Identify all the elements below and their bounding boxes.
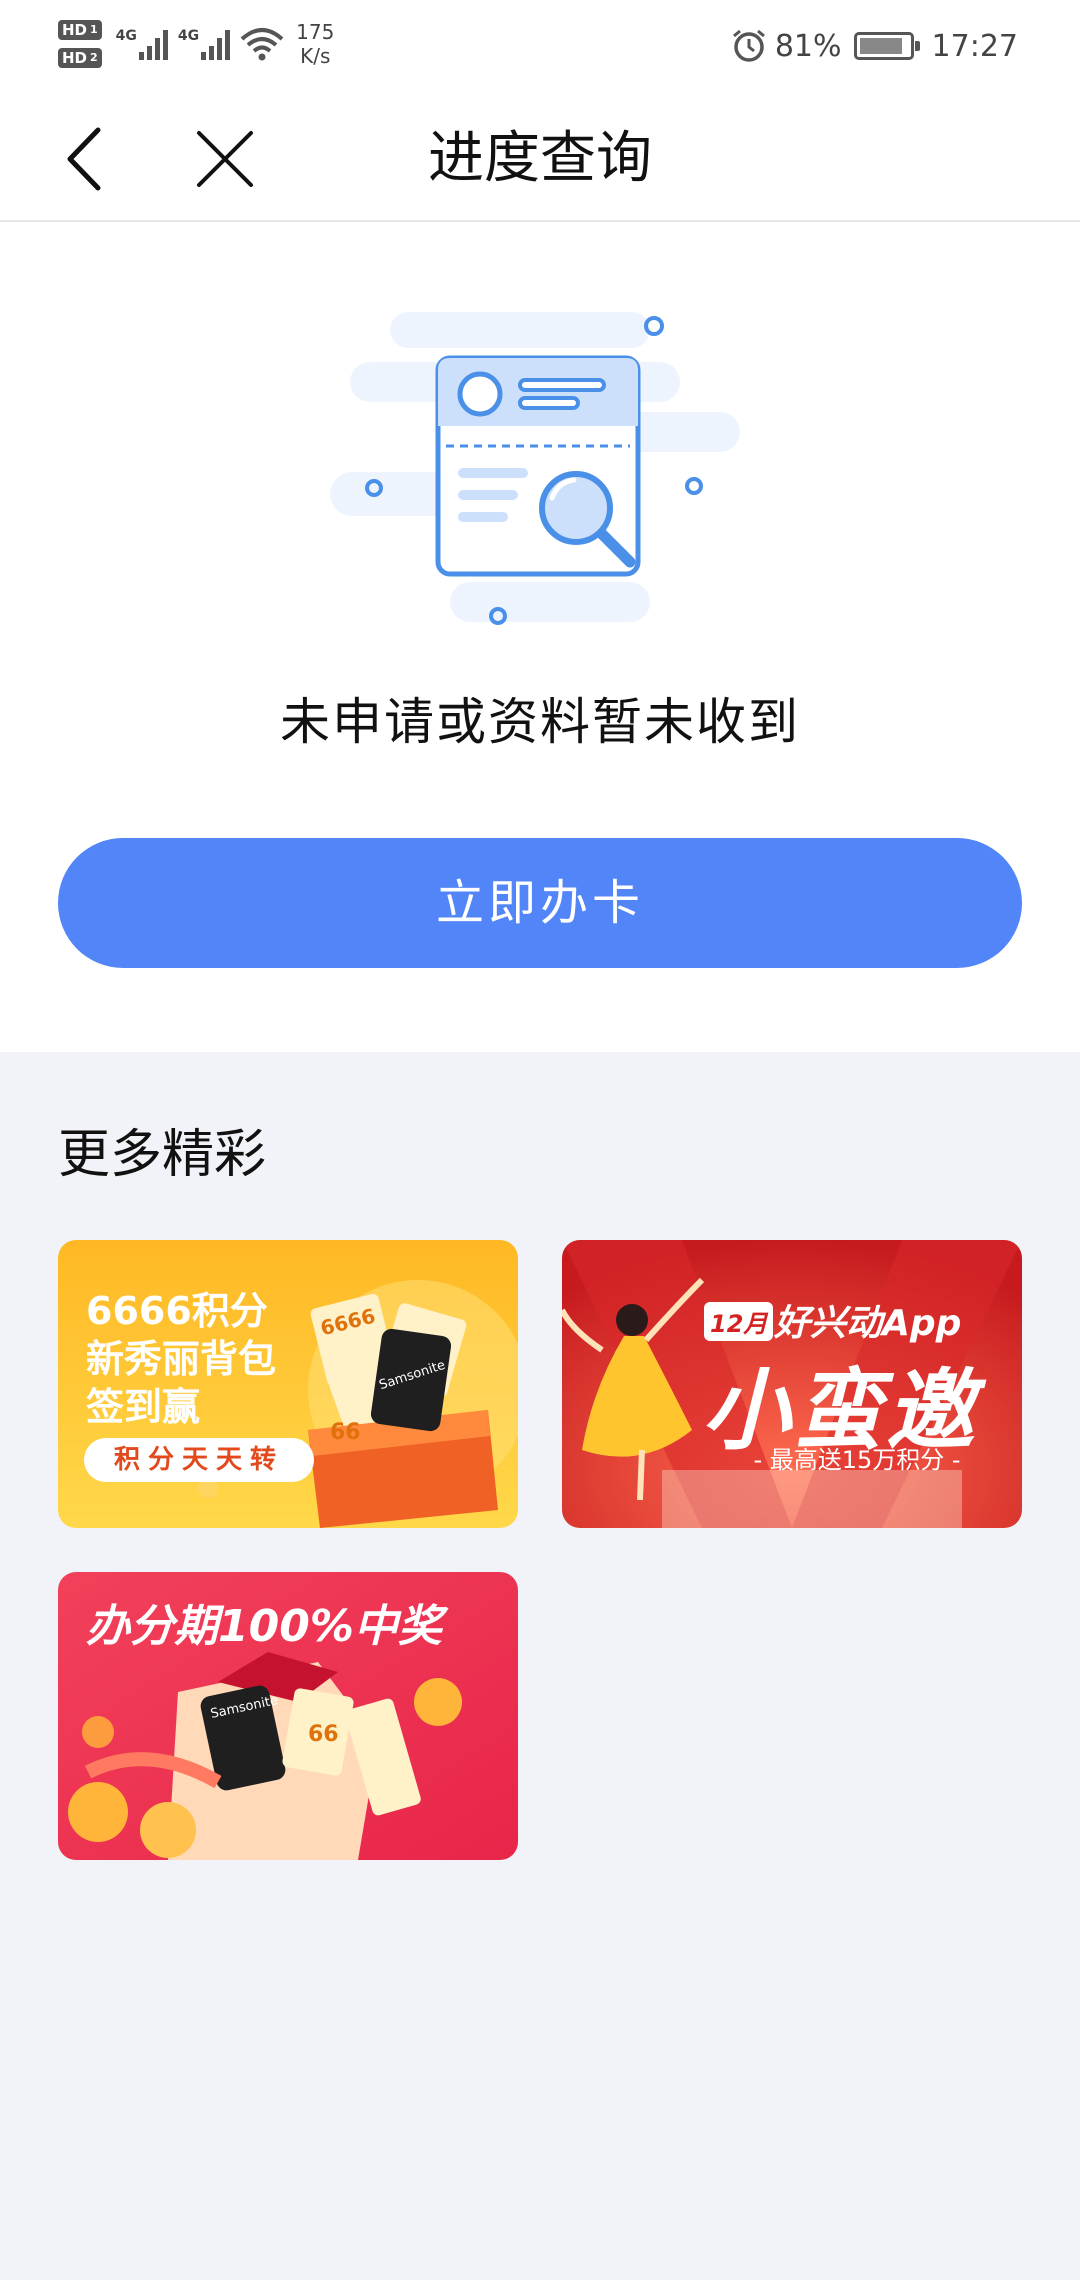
apply-card-button[interactable]: 立即办卡 (58, 838, 1022, 968)
banner-1-line1: 6666积分 (86, 1289, 268, 1333)
banner-signin-points[interactable]: 6666积分 新秀丽背包 签到赢 积分天天转 Samsonite 6666 66 (58, 1240, 518, 1528)
wifi-icon (240, 28, 284, 61)
signal-icon-2: 4G (178, 28, 231, 60)
chevron-left-icon (67, 127, 101, 191)
signal-icon-1: 4G (116, 28, 168, 60)
battery-icon (853, 32, 920, 60)
banner-3-headline: 办分期100%中奖 (86, 1601, 442, 1652)
battery-percent: 81% (774, 28, 842, 64)
banner-1-line3: 签到赢 (86, 1385, 201, 1429)
status-bar: HD 1 HD 2 4G 4G 175 K/s 81% 17:27 (0, 0, 1080, 96)
hd-badge-1: HD 1 (58, 20, 102, 40)
progress-result-card: 未申请或资料暂未收到 立即办卡 (0, 222, 1080, 1052)
banner-2-badge: 12月 (704, 1302, 774, 1341)
banner-2-sub: - 最高送15万积分 - (753, 1446, 961, 1474)
close-icon (197, 131, 253, 187)
hd-badge-2: HD 2 (58, 48, 102, 68)
hd-indicators: HD 1 HD 2 (58, 20, 102, 68)
section-title: 更多精彩 (58, 1125, 267, 1185)
page-title: 进度查询 (428, 126, 652, 191)
status-left: HD 1 HD 2 4G 4G 175 K/s (58, 14, 334, 74)
alarm-icon (732, 29, 765, 62)
clock: 17:27 (931, 28, 1018, 64)
banner-3-coin: 66 (308, 1722, 339, 1747)
banner-1-line2: 新秀丽背包 (86, 1337, 277, 1381)
status-right: 81% 17:27 (731, 22, 1018, 70)
status-message: 未申请或资料暂未收到 (280, 693, 800, 751)
nav-bar: 进度查询 (0, 96, 1080, 222)
network-speed: 175 K/s (296, 20, 335, 68)
document-search-illustration (330, 312, 740, 625)
close-button[interactable] (180, 114, 270, 204)
banner-2-headline: 好兴动App (774, 1303, 962, 1344)
back-button[interactable] (40, 114, 130, 204)
banner-invite-app[interactable]: 12月 好兴动App 小蛮邀 - 最高送15万积分 - (562, 1240, 1022, 1528)
banner-1-coin-2: 66 (330, 1420, 361, 1445)
banner-1-tag: 积分天天转 (84, 1438, 314, 1482)
banner-installment-prize[interactable]: 办分期100%中奖 Samsonite 66 (58, 1572, 518, 1860)
